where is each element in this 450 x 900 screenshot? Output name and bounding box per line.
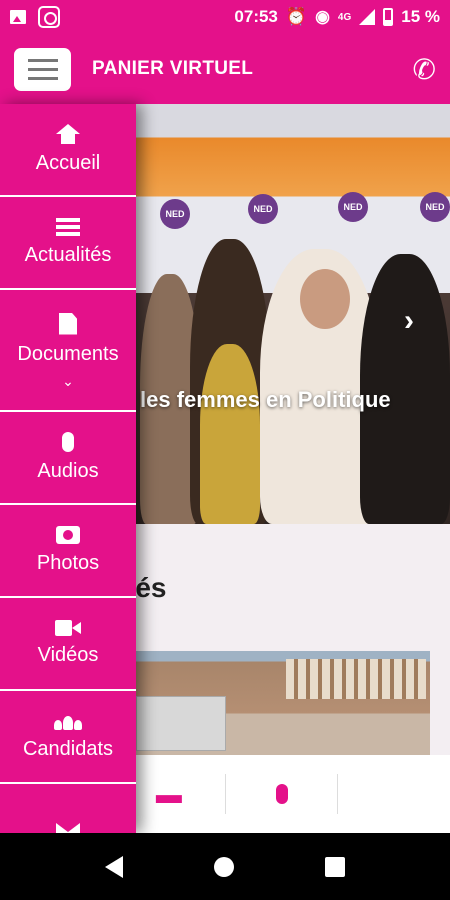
- drawer-item-label: Actualités: [24, 244, 112, 266]
- status-time: 07:53: [234, 7, 278, 26]
- battery-percent: 15 %: [401, 7, 440, 26]
- group-icon: [54, 712, 82, 730]
- signal-icon: [359, 9, 376, 25]
- app-title: PANIER VIRTUEL: [92, 58, 254, 79]
- drawer-item-label: Audios: [37, 460, 99, 482]
- drawer-item-documents[interactable]: Documents ⌄: [0, 290, 136, 412]
- app-screen: 07:53 ⏰ ◉ 4G 15 % PANIER VIRTUEL ✆ NED N…: [0, 0, 450, 900]
- audio-button[interactable]: [224, 774, 338, 814]
- video-icon: [55, 620, 81, 636]
- banner-logo: NED: [420, 192, 450, 222]
- banner-logo: NED: [248, 194, 278, 224]
- alarm-icon: ⏰: [285, 7, 308, 26]
- photo-person-dress: [200, 344, 260, 524]
- app-notification-icon: [38, 6, 60, 28]
- back-icon[interactable]: [105, 855, 124, 878]
- network-type: 4G: [337, 11, 352, 23]
- drawer-item-audios[interactable]: Audios: [0, 412, 136, 505]
- pdf-icon: [59, 312, 77, 335]
- home-circle-icon[interactable]: [213, 856, 234, 877]
- drawer-item-contact[interactable]: [0, 784, 136, 833]
- drawer-item-videos[interactable]: Vidéos: [0, 598, 136, 691]
- drawer-item-label: Accueil: [35, 152, 101, 174]
- app-bar: PANIER VIRTUEL ✆: [0, 34, 450, 104]
- banner-logo: NED: [160, 199, 190, 229]
- drawer-item-label: Candidats: [22, 738, 114, 760]
- drawer-item-candidats[interactable]: Candidats: [0, 691, 136, 784]
- microphone-icon: [62, 432, 74, 452]
- menu-button[interactable]: [14, 47, 71, 91]
- video-icon: [381, 786, 408, 802]
- home-icon: [56, 124, 80, 144]
- system-nav-bar: [0, 833, 450, 900]
- recent-apps-icon[interactable]: [324, 856, 345, 877]
- battery-icon: [383, 8, 394, 26]
- photo-face: [300, 269, 350, 329]
- drawer-item-photos[interactable]: Photos: [0, 505, 136, 598]
- hotspot-icon: ◉: [315, 7, 330, 26]
- envelope-icon: [56, 822, 80, 833]
- drawer-item-accueil[interactable]: Accueil: [0, 104, 136, 197]
- vehicle: [136, 696, 226, 751]
- status-bar: 07:53 ⏰ ◉ 4G 15 %: [0, 0, 450, 34]
- news-thumbnail[interactable]: [136, 651, 430, 755]
- chevron-right-icon[interactable]: ›: [404, 304, 414, 338]
- drawer-item-label: Photos: [36, 552, 100, 574]
- video-button[interactable]: [337, 774, 450, 814]
- chevron-down-icon[interactable]: ⌄: [62, 374, 74, 388]
- navigation-drawer: Accueil Actualités Documents ⌄ Audios Ph…: [0, 104, 136, 833]
- folder-icon: ▬: [155, 778, 182, 809]
- phone-icon[interactable]: ✆: [413, 53, 436, 86]
- drawer-item-label: Vidéos: [37, 644, 99, 666]
- hero-caption: les femmes en Politique: [140, 387, 391, 412]
- list-icon: [56, 218, 80, 236]
- drawer-item-label: Documents: [17, 342, 119, 365]
- hamburger-icon: [27, 58, 58, 62]
- drawer-item-actualites[interactable]: Actualités: [0, 197, 136, 290]
- banner-logo: NED: [338, 192, 368, 222]
- image-notification-icon: [10, 10, 26, 24]
- camera-icon: [56, 526, 80, 544]
- building-facade: [286, 659, 426, 699]
- microphone-icon: [275, 784, 288, 804]
